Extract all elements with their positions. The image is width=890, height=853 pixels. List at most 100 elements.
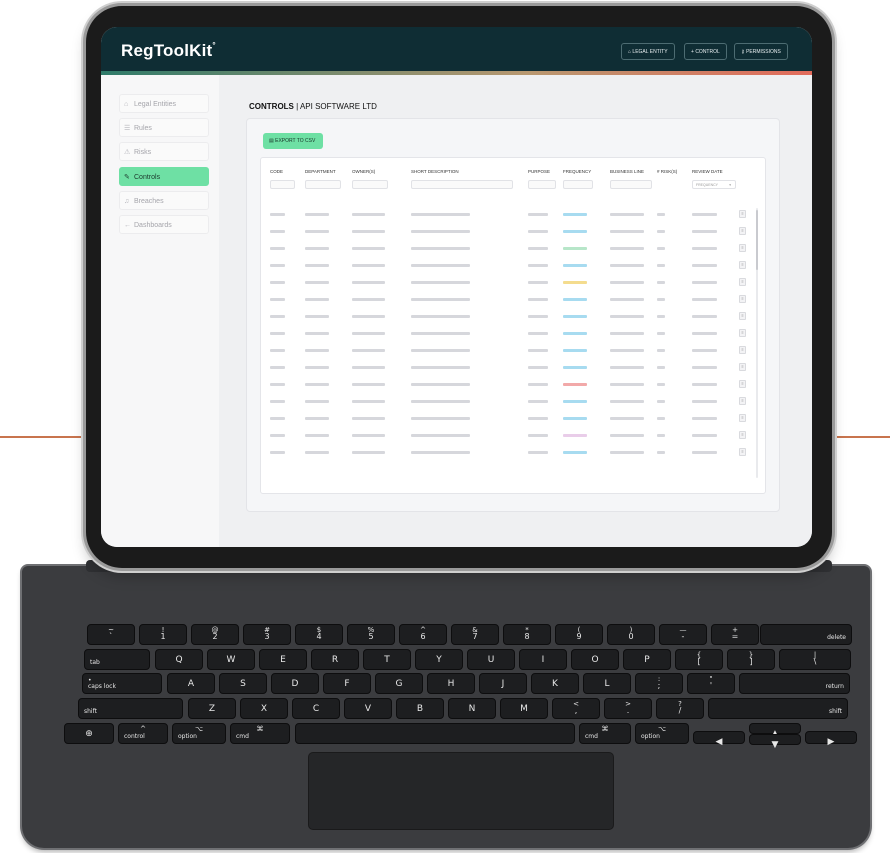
key-sym-2[interactable]: ? / [656, 698, 704, 719]
column-header-purpose[interactable]: PURPOSE [528, 169, 550, 174]
row-menu-icon[interactable]: ≡ [739, 329, 746, 337]
column-header-review-date[interactable]: REVIEW DATE [692, 169, 723, 174]
key-v[interactable]: V [344, 698, 392, 719]
key-a[interactable]: A [167, 673, 215, 694]
row-menu-icon[interactable]: ≡ [739, 312, 746, 320]
key-arrow-right[interactable]: ▶ [805, 731, 857, 747]
table-row[interactable]: ≡ [261, 294, 765, 306]
filter-short-description[interactable] [411, 180, 513, 189]
row-menu-icon[interactable]: ≡ [739, 397, 746, 405]
row-menu-icon[interactable]: ≡ [739, 227, 746, 235]
sidebar-item-risks[interactable]: ⚠ Risks [119, 142, 209, 161]
column-header-owners[interactable]: OWNER(S) [352, 169, 375, 174]
row-menu-icon[interactable]: ≡ [739, 210, 746, 218]
key-caps-lock[interactable]: caps lock • [82, 673, 162, 694]
row-menu-icon[interactable]: ≡ [739, 346, 746, 354]
key-bracket-1[interactable]: }] [727, 649, 775, 670]
key-globe[interactable]: ⊕ [64, 723, 114, 744]
key-b[interactable]: B [396, 698, 444, 719]
filter-department[interactable] [305, 180, 341, 189]
key-k[interactable]: K [531, 673, 579, 694]
key-control[interactable]: ^ control [118, 723, 168, 744]
table-row[interactable]: ≡ [261, 209, 765, 221]
key-d[interactable]: D [271, 673, 319, 694]
key-3[interactable]: #3 [243, 624, 291, 645]
key-return[interactable]: return [739, 673, 850, 694]
key-h[interactable]: H [427, 673, 475, 694]
key-delete[interactable]: delete [760, 624, 852, 645]
column-header-code[interactable]: CODE [270, 169, 283, 174]
key-cmd-right[interactable]: ⌘ cmd [579, 723, 631, 744]
key-arrow-up[interactable]: ▲ [749, 723, 801, 739]
filter-owners[interactable] [352, 180, 388, 189]
key-p[interactable]: P [623, 649, 671, 670]
key-shift-right[interactable]: shift [708, 698, 848, 719]
sidebar-item-breaches[interactable]: ♫ Breaches [119, 191, 209, 210]
sidebar-item-rules[interactable]: ☰ Rules [119, 118, 209, 137]
key-backslash[interactable]: | \ [779, 649, 851, 670]
key-`[interactable]: ~ ` [87, 624, 135, 645]
table-row[interactable]: ≡ [261, 447, 765, 459]
row-menu-icon[interactable]: ≡ [739, 244, 746, 252]
key-7[interactable]: & 7 [451, 624, 499, 645]
key-arrow-left[interactable]: ◀ [693, 731, 745, 747]
key-1[interactable]: ! 1 [139, 624, 187, 645]
key-x[interactable]: X [240, 698, 288, 719]
sidebar-item-dashboards[interactable]: ← Dashboards [119, 215, 209, 234]
key-4[interactable]: $4 [295, 624, 343, 645]
table-row[interactable]: ≡ [261, 362, 765, 374]
table-row[interactable]: ≡ [261, 260, 765, 272]
key-n[interactable]: N [448, 698, 496, 719]
key-6[interactable]: ^ 6 [399, 624, 447, 645]
key-bracket-0[interactable]: {[ [675, 649, 723, 670]
key-f[interactable]: F [323, 673, 371, 694]
key-option-left[interactable]: ⌥ option [172, 723, 226, 744]
filter-purpose[interactable] [528, 180, 556, 189]
key-y[interactable]: Y [415, 649, 463, 670]
key-u[interactable]: U [467, 649, 515, 670]
key--[interactable]: — - [659, 624, 707, 645]
key-t[interactable]: T [363, 649, 411, 670]
key-0[interactable]: ) 0 [607, 624, 655, 645]
table-row[interactable]: ≡ [261, 277, 765, 289]
table-row[interactable]: ≡ [261, 396, 765, 408]
filter-code[interactable] [270, 180, 295, 189]
key-=[interactable]: + = [711, 624, 759, 645]
export-csv-button[interactable]: ▤ EXPORT TO CSV [263, 133, 323, 149]
key-8[interactable]: * 8 [503, 624, 551, 645]
row-menu-icon[interactable]: ≡ [739, 295, 746, 303]
key-shift-left[interactable]: shift [78, 698, 183, 719]
table-row[interactable]: ≡ [261, 413, 765, 425]
key-s[interactable]: S [219, 673, 267, 694]
filter-business-line[interactable] [610, 180, 652, 189]
table-row[interactable]: ≡ [261, 345, 765, 357]
table-row[interactable]: ≡ [261, 430, 765, 442]
table-scrollbar-thumb[interactable] [756, 210, 758, 270]
key-9[interactable]: (9 [555, 624, 603, 645]
column-header-department[interactable]: DEPARTMENT [305, 169, 336, 174]
key-q[interactable]: Q [155, 649, 203, 670]
key-r[interactable]: R [311, 649, 359, 670]
sidebar-item-legal-entities[interactable]: ⌂ Legal Entities [119, 94, 209, 113]
row-menu-icon[interactable]: ≡ [739, 431, 746, 439]
trackpad[interactable] [308, 752, 614, 830]
row-menu-icon[interactable]: ≡ [739, 261, 746, 269]
key-l[interactable]: L [583, 673, 631, 694]
filter-frequency[interactable] [563, 180, 593, 189]
table-row[interactable]: ≡ [261, 226, 765, 238]
add-control-button[interactable]: + CONTROL [684, 43, 727, 60]
key-g[interactable]: G [375, 673, 423, 694]
key-arrow-down[interactable]: ▼ [749, 734, 801, 750]
key-space[interactable] [295, 723, 575, 744]
row-menu-icon[interactable]: ≡ [739, 380, 746, 388]
key-m[interactable]: M [500, 698, 548, 719]
key-w[interactable]: W [207, 649, 255, 670]
brand-logo[interactable]: RegToolKit° [121, 41, 216, 61]
column-header-frequency[interactable]: FREQUENCY [563, 169, 591, 174]
row-menu-icon[interactable]: ≡ [739, 448, 746, 456]
key-5[interactable]: % 5 [347, 624, 395, 645]
key-z[interactable]: Z [188, 698, 236, 719]
key-e[interactable]: E [259, 649, 307, 670]
column-header-risks[interactable]: # RISK(S) [657, 169, 677, 174]
column-header-business-line[interactable]: BUSINESS LINE [610, 169, 644, 174]
